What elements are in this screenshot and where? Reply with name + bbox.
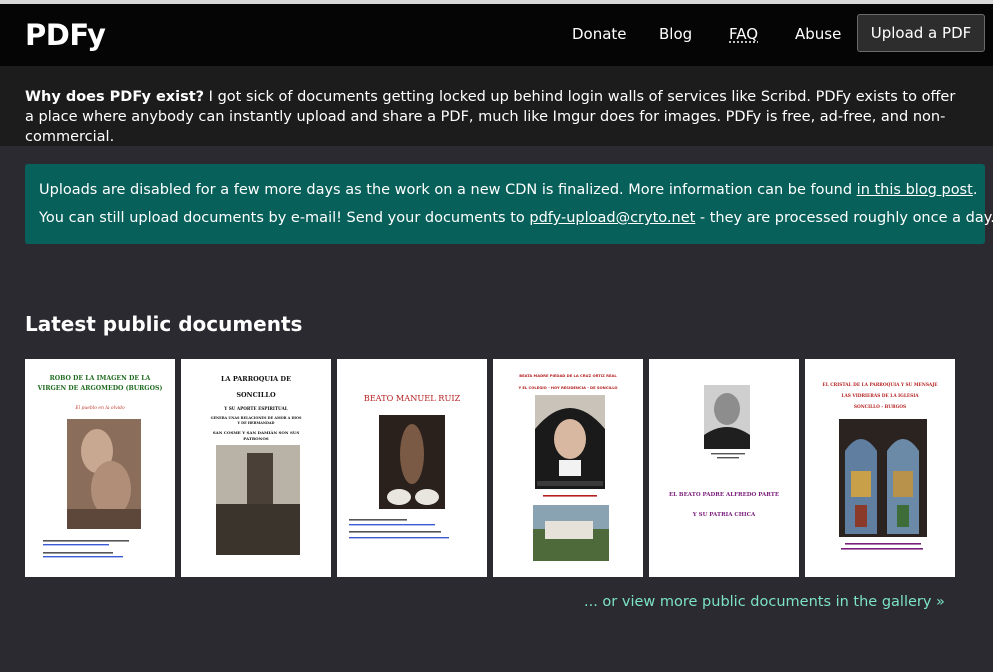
doc-text-line bbox=[841, 548, 923, 550]
doc-title-line: Y EL COLEGIO - HOY RESIDENCIA - DE SONCI… bbox=[517, 386, 617, 390]
upload-email-link[interactable]: pdfy-upload@cryto.net bbox=[529, 210, 695, 226]
doc-text-line bbox=[349, 531, 441, 533]
doc-photo-glass bbox=[897, 505, 909, 527]
doc-text-line bbox=[711, 453, 745, 455]
doc-photo-building bbox=[216, 504, 300, 555]
view-gallery-link[interactable]: ... or view more public documents in the… bbox=[584, 594, 945, 610]
doc-photo-collar bbox=[559, 460, 581, 476]
doc-text-line bbox=[845, 543, 921, 545]
notice-text: . bbox=[972, 182, 978, 198]
doc-photo-flowers bbox=[415, 489, 439, 505]
doc-link-line bbox=[349, 524, 435, 526]
doc-title-line: EL CRISTAL DE LA PARROQUIA Y SU MENSAJE bbox=[822, 383, 938, 388]
doc-title-line: BEATO MANUEL RUIZ bbox=[364, 393, 461, 403]
doc-title-line: SAN COSME Y SAN DAMIÁN SON SUS bbox=[213, 430, 300, 435]
notice-line-2: You can still upload documents by e-mail… bbox=[39, 208, 993, 228]
about-section: Why does PDFy exist? I got sick of docum… bbox=[0, 66, 993, 146]
doc-text-line bbox=[543, 495, 597, 497]
doc-photo-glass bbox=[855, 505, 867, 527]
document-preview: BEATO MANUEL RUIZ bbox=[349, 393, 461, 539]
nav-donate[interactable]: Donate bbox=[572, 25, 627, 43]
doc-title-line: ROBO DE LA IMAGEN DE LA bbox=[50, 375, 151, 382]
document-thumbnail-2[interactable]: LA PARROQUIA DE SONCILLO Y SU APORTE ESP… bbox=[181, 359, 331, 577]
doc-photo-face bbox=[554, 419, 586, 459]
doc-photo-glass bbox=[893, 471, 913, 497]
doc-title-line: Y SU APORTE ESPIRITUAL bbox=[223, 406, 287, 411]
document-preview: BEATA MADRE PIEDAD DE LA CRUZ ORTIZ REAL… bbox=[517, 374, 618, 561]
doc-link-line bbox=[43, 544, 109, 546]
document-thumbnail-6[interactable]: EL CRISTAL DE LA PARROQUIA Y SU MENSAJE … bbox=[805, 359, 955, 577]
brand-logo[interactable]: PDFy bbox=[25, 18, 106, 52]
doc-photo-glass bbox=[851, 471, 871, 497]
navbar: PDFy Donate Blog FAQ Abuse Upload a PDF bbox=[0, 4, 993, 66]
upload-pdf-button[interactable]: Upload a PDF bbox=[857, 14, 985, 52]
latest-documents-title: Latest public documents bbox=[25, 312, 303, 336]
doc-link-line bbox=[349, 537, 449, 539]
doc-title-line: GENERA UNAS RELACIONES DE AMOR A DIOS bbox=[211, 416, 302, 420]
doc-text-line bbox=[43, 540, 129, 542]
document-preview: ROBO DE LA IMAGEN DE LA VIRGEN DE ARGOME… bbox=[37, 375, 163, 558]
notice-text: You can still upload documents by e-mail… bbox=[39, 210, 530, 226]
doc-photo-house bbox=[545, 521, 593, 539]
notice-line-1: Uploads are disabled for a few more days… bbox=[39, 180, 977, 200]
blog-post-link[interactable]: in this blog post bbox=[857, 182, 973, 198]
doc-title-line: BEATA MADRE PIEDAD DE LA CRUZ ORTIZ REAL bbox=[519, 374, 617, 378]
doc-title-line: LA PARROQUIA DE bbox=[221, 375, 291, 383]
upload-notice: Uploads are disabled for a few more days… bbox=[25, 164, 993, 244]
doc-subtitle: El pueblo en la olvido bbox=[74, 405, 125, 411]
nav-abuse[interactable]: Abuse bbox=[795, 25, 841, 43]
doc-title-line: SONCILLO bbox=[236, 391, 276, 399]
doc-title-line: EL BEATO PADRE ALFREDO PARTE bbox=[669, 492, 779, 498]
doc-title-line: LAS VIDRIERAS DE LA IGLESIA bbox=[841, 394, 919, 399]
doc-photo-flowers bbox=[387, 489, 411, 505]
document-preview: EL BEATO PADRE ALFREDO PARTE Y SU PATRIA… bbox=[669, 385, 779, 518]
doc-title-line: PATRONOS bbox=[243, 436, 269, 441]
doc-photo-figure bbox=[91, 461, 131, 517]
doc-link-line bbox=[43, 556, 123, 558]
doc-title-line: SONCILLO - BURGOS bbox=[854, 405, 906, 410]
doc-text-line bbox=[43, 552, 113, 554]
doc-text-line bbox=[349, 519, 407, 521]
doc-photo-base bbox=[67, 509, 141, 529]
document-thumbnail-1[interactable]: ROBO DE LA IMAGEN DE LA VIRGEN DE ARGOME… bbox=[25, 359, 175, 577]
doc-photo-face bbox=[714, 393, 740, 425]
document-thumbnail-4[interactable]: BEATA MADRE PIEDAD DE LA CRUZ ORTIZ REAL… bbox=[493, 359, 643, 577]
document-preview: LA PARROQUIA DE SONCILLO Y SU APORTE ESP… bbox=[211, 375, 302, 555]
document-preview: EL CRISTAL DE LA PARROQUIA Y SU MENSAJE … bbox=[822, 383, 938, 550]
doc-title-line: Y DE HERMANDAD bbox=[237, 421, 275, 425]
document-thumbnail-5[interactable]: EL BEATO PADRE ALFREDO PARTE Y SU PATRIA… bbox=[649, 359, 799, 577]
notice-text: - they are processed roughly once a day. bbox=[695, 210, 993, 226]
nav-blog[interactable]: Blog bbox=[659, 25, 692, 43]
notice-text: Uploads are disabled for a few more days… bbox=[39, 182, 857, 198]
doc-title-line: VIRGEN DE ARGOMEDO (BURGOS) bbox=[37, 385, 163, 392]
nav-faq[interactable]: FAQ bbox=[729, 25, 758, 43]
doc-photo-figure bbox=[400, 424, 424, 484]
doc-photo-caption bbox=[537, 481, 603, 486]
doc-text-line bbox=[717, 457, 739, 459]
doc-title-line: Y SU PATRIA CHICA bbox=[692, 512, 756, 518]
about-lead: Why does PDFy exist? bbox=[25, 89, 205, 105]
document-thumbnail-3[interactable]: BEATO MANUEL RUIZ bbox=[337, 359, 487, 577]
